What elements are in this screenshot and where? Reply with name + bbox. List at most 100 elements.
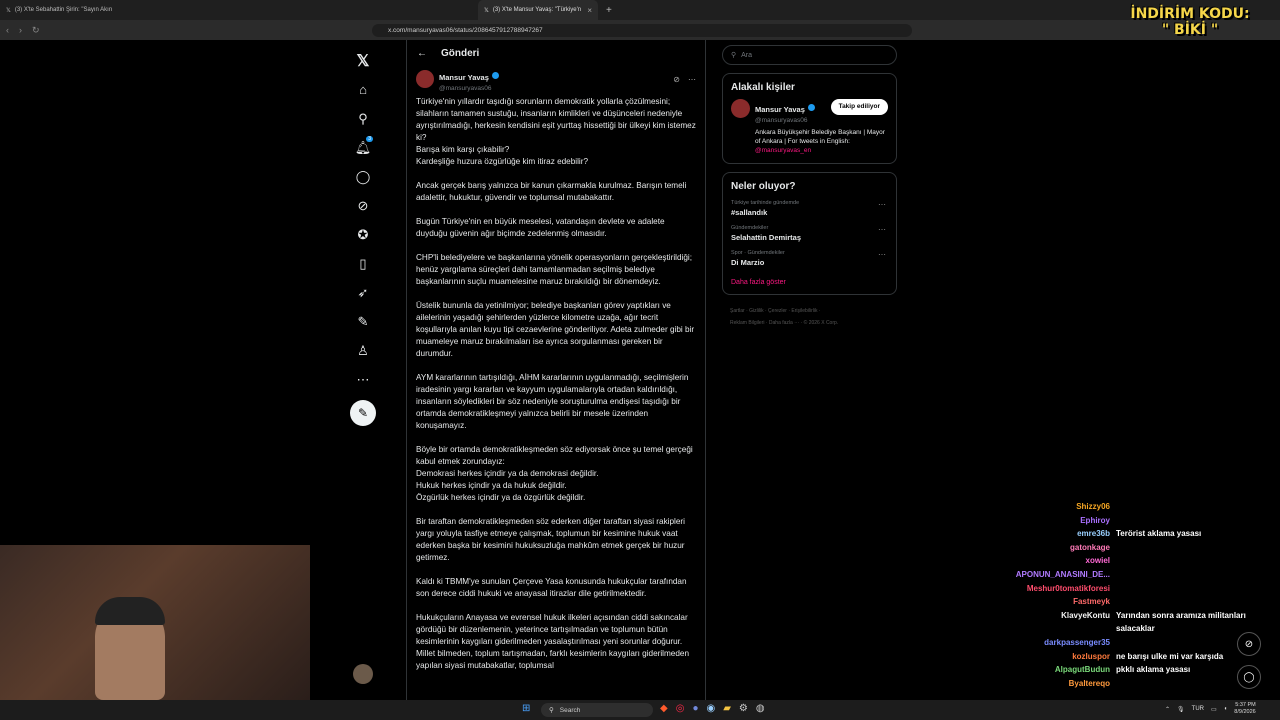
chat-text bbox=[1110, 541, 1275, 555]
new-tab-icon[interactable]: + bbox=[606, 5, 612, 16]
chat-username[interactable]: Byaltereqo bbox=[1069, 677, 1110, 691]
messages-float-icon[interactable]: ◯ bbox=[1237, 665, 1261, 689]
chat-username[interactable]: Fastmeyk bbox=[1073, 595, 1110, 609]
more-icon[interactable]: ⋯ bbox=[878, 200, 886, 209]
chat-text: Yarından sonra aramıza militanları bbox=[1116, 610, 1246, 620]
author-name[interactable]: Mansur Yavaş bbox=[439, 73, 489, 82]
volume-icon[interactable]: ◖ bbox=[1224, 706, 1228, 712]
search-input[interactable]: ⚲ Ara bbox=[722, 45, 897, 65]
url-field[interactable]: x.com/mansuryavas06/status/2086457912788… bbox=[372, 24, 912, 37]
settings-icon[interactable]: ⚙ bbox=[739, 703, 748, 714]
chat-message: salacaklar bbox=[990, 622, 1275, 636]
chat-username[interactable]: emre36b bbox=[1077, 527, 1110, 541]
post-body: Türkiye'nin yıllardır taşıdığı sorunları… bbox=[407, 92, 705, 688]
steam-icon[interactable]: ◉ bbox=[706, 703, 715, 714]
chat-username[interactable]: kozluspor bbox=[1072, 650, 1110, 664]
post-paragraph: Bir taraftan demokratikleşmeden söz eder… bbox=[416, 517, 685, 562]
related-title: Alakalı kişiler bbox=[731, 82, 795, 93]
compose-post-button[interactable]: ✎ bbox=[350, 400, 376, 426]
chat-username[interactable]: AlpagutBudun bbox=[1055, 663, 1110, 677]
chat-message: emre36b Terörist aklama yasası bbox=[990, 527, 1275, 541]
chevron-up-icon[interactable]: ⌃ bbox=[1165, 706, 1170, 713]
post-author: Mansur Yavaş @mansuryavas06 ⊘ ⋯ bbox=[407, 66, 705, 92]
browser-tab[interactable]: 𝕏 (3) X'te Sebahattin Şirin: "Sayın Akın bbox=[0, 0, 148, 20]
discord-icon[interactable]: ● bbox=[692, 703, 698, 714]
chat-username[interactable]: xowiel bbox=[1086, 554, 1110, 568]
grok-float-icon[interactable]: ⊘ bbox=[1237, 632, 1261, 656]
main-column: ← Gönderi Mansur Yavaş @mansuryavas06 ⊘ … bbox=[406, 40, 706, 700]
chat-username[interactable]: APONUN_ANASINI_DE... bbox=[1016, 568, 1110, 582]
chat-username[interactable]: gatonkage bbox=[1070, 541, 1110, 555]
chat-username[interactable]: Meshur0tomatikforesi bbox=[1027, 582, 1110, 596]
trend-item[interactable]: Türkiye tarihinde gündemde #sallandık ⋯ bbox=[731, 200, 888, 217]
search-icon: ⚲ bbox=[731, 52, 737, 59]
post-paragraph: Böyle bir ortamda demokratikleşmeden söz… bbox=[416, 445, 693, 502]
lists-icon[interactable]: ✎ bbox=[348, 307, 378, 336]
x-logo-icon[interactable]: 𝕏 bbox=[348, 46, 378, 75]
grok-icon[interactable]: ⊘ bbox=[348, 191, 378, 220]
chat-text bbox=[1110, 568, 1275, 582]
clock[interactable]: 5:37 PM 8/9/2026 bbox=[1234, 702, 1255, 716]
chat-text bbox=[1110, 582, 1275, 596]
more-icon[interactable]: ⋯ bbox=[348, 365, 378, 394]
notifications-icon[interactable]: 🔔︎ 3 bbox=[348, 133, 378, 162]
back-arrow-icon[interactable]: ← bbox=[417, 48, 427, 59]
network-icon[interactable]: ▭ bbox=[1211, 706, 1217, 713]
promo-line1: İNDİRİM KODU: bbox=[1130, 6, 1250, 22]
footer-line[interactable]: Şartlar · Gizlilik · Çerezler · Erişileb… bbox=[730, 305, 897, 317]
windows-start-icon[interactable]: ⊞ bbox=[522, 703, 530, 714]
taskbar-search[interactable]: ⚲ Search bbox=[541, 703, 653, 717]
related-avatar[interactable] bbox=[731, 99, 750, 118]
close-tab-icon[interactable]: × bbox=[587, 6, 592, 15]
back-icon[interactable]: ‹ bbox=[6, 25, 9, 36]
reload-icon[interactable]: ↻ bbox=[32, 25, 40, 36]
post-paragraph: Ancak gerçek barış yalnızca bir kanun çı… bbox=[416, 181, 687, 202]
folder-icon[interactable]: ▰ bbox=[723, 703, 731, 714]
browser-tab-active[interactable]: 𝕏 (3) X'te Mansur Yavaş: "Türkiye'n × bbox=[478, 0, 598, 20]
chat-text bbox=[1110, 500, 1275, 514]
home-icon[interactable]: ⌂ bbox=[348, 75, 378, 104]
more-icon[interactable]: ⋯ bbox=[878, 225, 886, 234]
account-avatar[interactable] bbox=[353, 664, 373, 684]
trend-item[interactable]: Spor · Gündemdekiler Di Marzio ⋯ bbox=[731, 250, 888, 267]
microphone-icon[interactable]: 🎙︎ bbox=[1177, 706, 1185, 713]
trend-topic: Di Marzio bbox=[731, 258, 765, 267]
forward-icon[interactable]: › bbox=[19, 25, 22, 36]
opera-icon[interactable]: ◎ bbox=[676, 703, 685, 714]
following-button[interactable]: Takip ediliyor bbox=[830, 99, 888, 115]
grok-post-icon[interactable]: ⊘ bbox=[673, 75, 680, 84]
brave-icon[interactable]: ◆ bbox=[660, 703, 668, 714]
related-name[interactable]: Mansur Yavaş bbox=[755, 105, 805, 114]
windows-taskbar: ⊞ ⚲ Search ◆ ◎ ● ◉ ▰ ⚙ ◍ ⌃ 🎙︎ TUR ▭ ◖ 5:… bbox=[0, 700, 1280, 720]
language-indicator[interactable]: TUR bbox=[1192, 706, 1204, 712]
search-icon[interactable]: ⚲ bbox=[348, 104, 378, 133]
address-toolbar: ‹ › ↻ x.com/mansuryavas06/status/2086457… bbox=[0, 20, 1280, 40]
obs-icon[interactable]: ◍ bbox=[756, 703, 765, 714]
chat-message: Fastmeyk bbox=[990, 595, 1275, 609]
messages-icon[interactable]: ◯ bbox=[348, 162, 378, 191]
footer-line[interactable]: Reklam Bilgileri · Daha fazla ··· · © 20… bbox=[730, 317, 897, 329]
more-icon[interactable]: ⋯ bbox=[878, 250, 886, 259]
post-more-icon[interactable]: ⋯ bbox=[688, 75, 696, 84]
bio-link[interactable]: @mansuryavas_en bbox=[755, 147, 811, 154]
chat-username[interactable]: KlavyeKontu bbox=[1061, 609, 1110, 623]
profile-icon[interactable]: ♙ bbox=[348, 336, 378, 365]
chat-username[interactable]: darkpassenger35 bbox=[1044, 636, 1110, 650]
trend-item[interactable]: Gündemdekiler Selahattin Demirtaş ⋯ bbox=[731, 225, 888, 242]
rocket-icon[interactable]: ➶ bbox=[348, 278, 378, 307]
related-handle[interactable]: @mansuryavas06 bbox=[755, 117, 815, 124]
x-tab-icon: 𝕏 bbox=[6, 7, 11, 14]
x-tab-icon: 𝕏 bbox=[484, 7, 489, 14]
chat-username[interactable]: Shizzy06 bbox=[1076, 500, 1110, 514]
chat-message: kozluspor ne barışı ulke mi var karşıda bbox=[990, 650, 1275, 664]
author-handle[interactable]: @mansuryavas06 bbox=[439, 85, 499, 92]
bookmarks-icon[interactable]: ▯ bbox=[348, 249, 378, 278]
verified-orgs-icon[interactable]: ✪ bbox=[348, 220, 378, 249]
streamer-cap bbox=[95, 597, 165, 625]
show-more-link[interactable]: Daha fazla göster bbox=[731, 279, 888, 286]
search-icon: ⚲ bbox=[549, 707, 554, 714]
chat-username[interactable]: Ephiroy bbox=[1080, 514, 1110, 528]
related-people: Alakalı kişiler Mansur Yavaş @mansuryava… bbox=[722, 73, 897, 164]
promo-overlay: İNDİRİM KODU: " BİKİ " bbox=[1125, 6, 1255, 46]
author-avatar[interactable] bbox=[416, 70, 434, 88]
